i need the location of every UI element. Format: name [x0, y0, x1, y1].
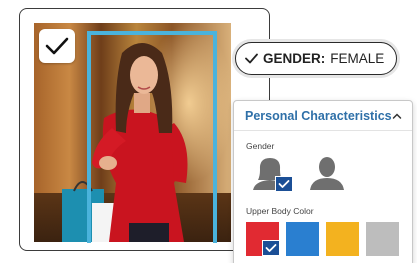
color-selected-check — [262, 240, 280, 256]
checkmark-icon — [265, 244, 277, 252]
gender-option-male[interactable] — [308, 154, 346, 194]
checkmark-icon — [45, 37, 69, 55]
gender-tag-key: GENDER: — [263, 51, 326, 66]
photo-select-checkbox[interactable] — [39, 29, 75, 63]
color-swatch-blue[interactable] — [286, 222, 319, 256]
color-swatch-red[interactable] — [246, 222, 280, 256]
gender-selected-check — [275, 176, 293, 192]
personal-characteristics-panel: Personal Characteristics Gender Upper Bo… — [233, 100, 413, 263]
chevron-up-icon[interactable] — [391, 110, 403, 122]
checkmark-icon — [278, 180, 290, 188]
gender-option-female[interactable] — [251, 154, 293, 194]
panel-title: Personal Characteristics — [245, 108, 392, 123]
gender-section-label: Gender — [246, 141, 275, 151]
checkmark-icon — [245, 53, 258, 64]
person-detection-box — [87, 31, 217, 243]
panel-header[interactable]: Personal Characteristics — [234, 101, 412, 131]
color-swatch-gray[interactable] — [366, 222, 399, 256]
color-swatch-yellow[interactable] — [326, 222, 359, 256]
male-person-icon — [310, 157, 344, 190]
gender-tag[interactable]: GENDER: FEMALE — [235, 42, 397, 75]
gender-tag-value: FEMALE — [330, 51, 385, 66]
upper-body-color-label: Upper Body Color — [246, 206, 314, 216]
